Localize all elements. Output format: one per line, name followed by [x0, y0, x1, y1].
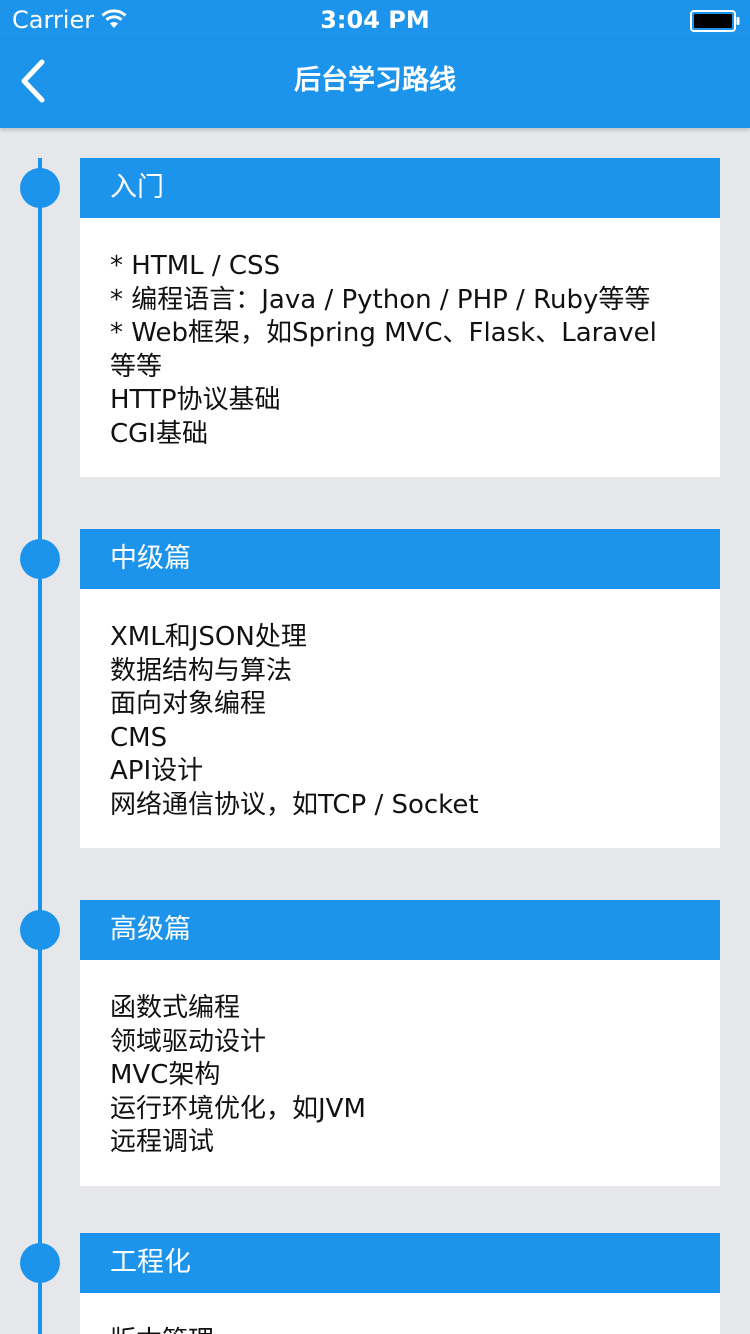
card-title: 中级篇: [80, 529, 720, 589]
card-title: 工程化: [80, 1233, 720, 1293]
timeline-card: 工程化 版本管理: [80, 1233, 720, 1334]
card-line: 远程调试: [110, 1127, 215, 1157]
clock: 3:04 PM: [320, 6, 430, 34]
card-body: 函数式编程 领域驱动设计 MVC架构 运行环境优化，如JVM 远程调试: [80, 960, 720, 1186]
card-line: API设计: [110, 756, 204, 786]
card-line: 版本管理: [110, 1325, 690, 1334]
card-line: 网络通信协议，如TCP / Socket: [110, 789, 479, 820]
card-line: CMS: [110, 722, 168, 753]
card-line: XML和JSON处理: [110, 622, 307, 652]
card-line: 领域驱动设计: [110, 1026, 267, 1057]
card-line: CGI基础: [110, 418, 208, 449]
card-line: HTTP协议基础: [110, 385, 281, 415]
timeline-scroll-view[interactable]: 入门 * HTML / CSS * 编程语言：Java / Python / P…: [0, 128, 750, 1334]
timeline-dot: [20, 168, 60, 208]
card-line: 运行环境优化，如JVM: [110, 1093, 366, 1124]
status-bar: Carrier 3:04 PM: [0, 0, 750, 40]
page-title: 后台学习路线: [294, 65, 456, 96]
timeline-dot: [20, 1243, 60, 1283]
timeline-card: 中级篇 XML和JSON处理 数据结构与算法 面向对象编程 CMS API设计 …: [80, 529, 720, 848]
card-body: 版本管理: [80, 1293, 720, 1334]
card-line: 函数式编程: [110, 993, 241, 1023]
card-line: * HTML / CSS: [110, 251, 281, 281]
card-line: * 编程语言：Java / Python / PHP / Ruby等等: [110, 284, 651, 315]
card-line: 数据结构与算法: [110, 655, 293, 686]
card-title: 高级篇: [80, 900, 720, 960]
card-title: 入门: [80, 158, 720, 218]
timeline-card: 入门 * HTML / CSS * 编程语言：Java / Python / P…: [80, 158, 720, 477]
card-line: MVC架构: [110, 1060, 221, 1090]
card-line: 等等: [110, 351, 163, 382]
card-body: XML和JSON处理 数据结构与算法 面向对象编程 CMS API设计 网络通信…: [80, 589, 720, 848]
battery-icon: [690, 10, 740, 32]
timeline-dot: [20, 539, 60, 579]
card-line: 面向对象编程: [110, 689, 267, 719]
card-line: * Web框架，如Spring MVC、Flask、Laravel: [110, 318, 657, 348]
navigation-bar: 后台学习路线: [0, 40, 750, 128]
card-body: * HTML / CSS * 编程语言：Java / Python / PHP …: [80, 218, 720, 477]
timeline-dot: [20, 910, 60, 950]
timeline-line: [38, 158, 42, 1334]
timeline-card: 高级篇 函数式编程 领域驱动设计 MVC架构 运行环境优化，如JVM 远程调试: [80, 900, 720, 1186]
